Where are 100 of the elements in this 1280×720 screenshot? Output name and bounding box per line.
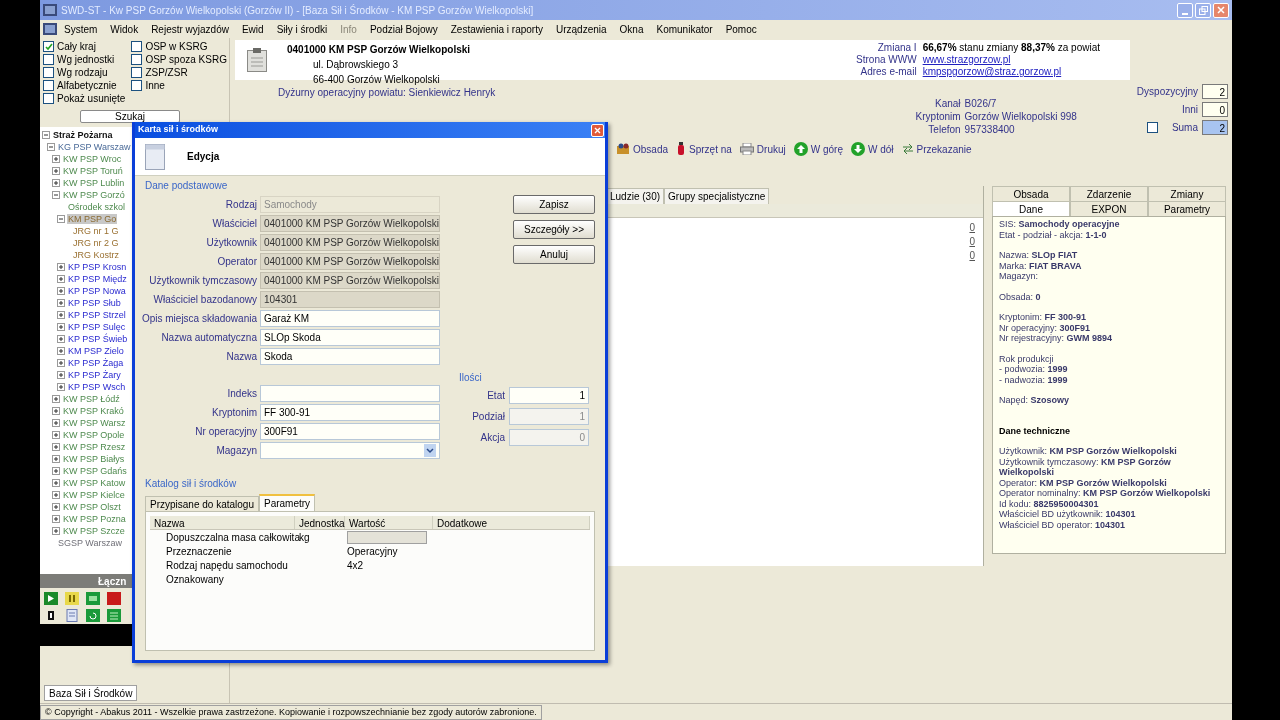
menu-item[interactable]: Urządzenia — [550, 21, 613, 37]
toolbar-button[interactable]: Sprzęt na — [676, 141, 732, 157]
dialog-button[interactable]: Szczegóły >> — [513, 220, 595, 239]
tree-item[interactable]: SGSP Warszaw — [57, 538, 123, 548]
expand-icon[interactable] — [57, 287, 65, 295]
toolbar-button[interactable]: Drukuj — [739, 141, 786, 157]
tree-item[interactable]: KW PSP Warsz — [62, 418, 127, 428]
tree-item[interactable]: KW PSP Rzesz — [62, 442, 127, 452]
expand-icon[interactable] — [52, 443, 60, 451]
menu-item[interactable]: Komunikator — [650, 21, 719, 37]
tree-item[interactable]: KP PSP Słub — [67, 298, 122, 308]
input-field[interactable]: 1 — [509, 387, 589, 404]
collapse-icon[interactable] — [52, 191, 60, 199]
counter-field[interactable]: 0 — [1202, 102, 1228, 117]
tree-item[interactable]: KW PSP Kielce — [62, 490, 126, 500]
toolbar-button[interactable]: W dół — [851, 141, 894, 157]
tree-item[interactable]: KW PSP Katow — [62, 478, 127, 488]
tree-item[interactable]: KW PSP Pozna — [62, 514, 127, 524]
tab[interactable]: Zdarzenie — [1070, 186, 1148, 201]
counter-field[interactable]: 2 — [1202, 120, 1228, 135]
tree-item[interactable]: KP PSP Żary — [67, 370, 122, 380]
checkbox[interactable] — [131, 67, 143, 78]
expand-icon[interactable] — [52, 455, 60, 463]
collapse-icon[interactable] — [47, 143, 55, 151]
input-field[interactable]: SLOp Skoda — [260, 329, 440, 346]
tree-item[interactable]: KG PSP Warszaw — [57, 142, 132, 152]
column-header[interactable]: Nazwa — [150, 516, 295, 529]
menu-item[interactable]: Zestawienia i raporty — [444, 21, 549, 37]
tab[interactable]: Grupy specjalistyczne — [664, 188, 770, 204]
toolbar-button[interactable]: Przekazanie — [901, 141, 972, 157]
input-field[interactable]: 300F91 — [260, 423, 440, 440]
tree-item[interactable]: KP PSP Międz — [67, 274, 128, 284]
expand-icon[interactable] — [57, 323, 65, 331]
close-button[interactable] — [591, 123, 604, 137]
checkbox[interactable] — [43, 67, 54, 78]
expand-icon[interactable] — [52, 395, 60, 403]
close-button[interactable] — [1213, 2, 1229, 18]
expand-icon[interactable] — [52, 503, 60, 511]
tree-item[interactable]: KW PSP Toruń — [62, 166, 124, 176]
column-header[interactable]: Dodatkowe — [433, 516, 590, 529]
expand-icon[interactable] — [57, 347, 65, 355]
checkbox[interactable] — [43, 41, 54, 52]
tab[interactable]: Parametry — [1148, 201, 1226, 216]
tree-item[interactable]: KP PSP Wsch — [67, 382, 127, 392]
dropdown-field[interactable] — [260, 442, 440, 459]
expand-icon[interactable] — [57, 311, 65, 319]
input-field[interactable]: 0401000 KM PSP Gorzów Wielkopolski — [260, 272, 440, 289]
expand-icon[interactable] — [57, 263, 65, 271]
input-field[interactable]: 0401000 KM PSP Gorzów Wielkopolski — [260, 253, 440, 270]
expand-icon[interactable] — [52, 419, 60, 427]
tree-item[interactable]: KW PSP Gdańs — [62, 466, 128, 476]
tree-item[interactable]: KW PSP Białys — [62, 454, 126, 464]
input-field[interactable]: 0401000 KM PSP Gorzów Wielkopolski — [260, 215, 440, 232]
tree-item[interactable]: KP PSP Żaga — [67, 358, 125, 368]
play-icon[interactable] — [44, 592, 58, 605]
tab[interactable]: EXPON — [1070, 201, 1148, 216]
collapse-icon[interactable] — [42, 131, 50, 139]
dialog-button[interactable]: Zapisz — [513, 195, 595, 214]
tree-item[interactable]: Ośrodek szkol — [67, 202, 127, 212]
tab[interactable]: Ludzie (30) — [606, 188, 665, 204]
expand-icon[interactable] — [52, 167, 60, 175]
toolbar-button[interactable]: Obsada — [616, 141, 669, 157]
toolbar-button[interactable]: W górę — [793, 141, 843, 157]
input-field[interactable]: FF 300-91 — [260, 404, 440, 421]
input-field[interactable]: 104301 — [260, 291, 440, 308]
search-button[interactable]: Szukaj — [80, 110, 180, 123]
menu-item[interactable]: Rejestr wyjazdów — [145, 21, 235, 37]
tree-item[interactable]: KW PSP Wroc — [62, 154, 123, 164]
cell-editor[interactable] — [347, 530, 427, 544]
tree-item[interactable]: JRG Kostrz — [72, 250, 120, 260]
tree-item[interactable]: KW PSP Olszt — [62, 502, 122, 512]
menu-item[interactable]: Siły i środki — [270, 21, 334, 37]
expand-icon[interactable] — [52, 467, 60, 475]
tree-item[interactable]: Straż Pożarna — [52, 130, 114, 140]
document-icon[interactable] — [65, 609, 79, 622]
expand-icon[interactable] — [52, 491, 60, 499]
column-header[interactable]: Jednostka — [295, 516, 345, 529]
tree-item[interactable]: KP PSP Krosn — [67, 262, 128, 272]
expand-icon[interactable] — [52, 479, 60, 487]
tree-item[interactable]: KP PSP Nowa — [67, 286, 127, 296]
pause-icon[interactable] — [65, 592, 79, 605]
expand-icon[interactable] — [52, 155, 60, 163]
tree-item[interactable]: KW PSP Krakó — [62, 406, 125, 416]
checkbox[interactable] — [131, 41, 143, 52]
checkbox[interactable] — [43, 54, 54, 65]
checkbox[interactable] — [43, 80, 54, 91]
tree-item[interactable]: JRG nr 2 G — [72, 238, 120, 248]
expand-icon[interactable] — [57, 275, 65, 283]
tree-item[interactable]: KW PSP Szcze — [62, 526, 126, 536]
tab[interactable]: Przypisane do katalogu — [145, 496, 259, 511]
tree-item[interactable]: KW PSP Gorzó — [62, 190, 126, 200]
expand-icon[interactable] — [57, 359, 65, 367]
link[interactable]: www.strazgorzow.pl — [922, 54, 1100, 66]
menu-item[interactable]: Okna — [613, 21, 650, 37]
expand-icon[interactable] — [52, 179, 60, 187]
menu-item[interactable]: Ewid — [235, 21, 270, 37]
expand-icon[interactable] — [52, 527, 60, 535]
menu-item[interactable]: System — [58, 21, 104, 37]
menu-item[interactable]: Podział Bojowy — [363, 21, 444, 37]
expand-icon[interactable] — [52, 431, 60, 439]
